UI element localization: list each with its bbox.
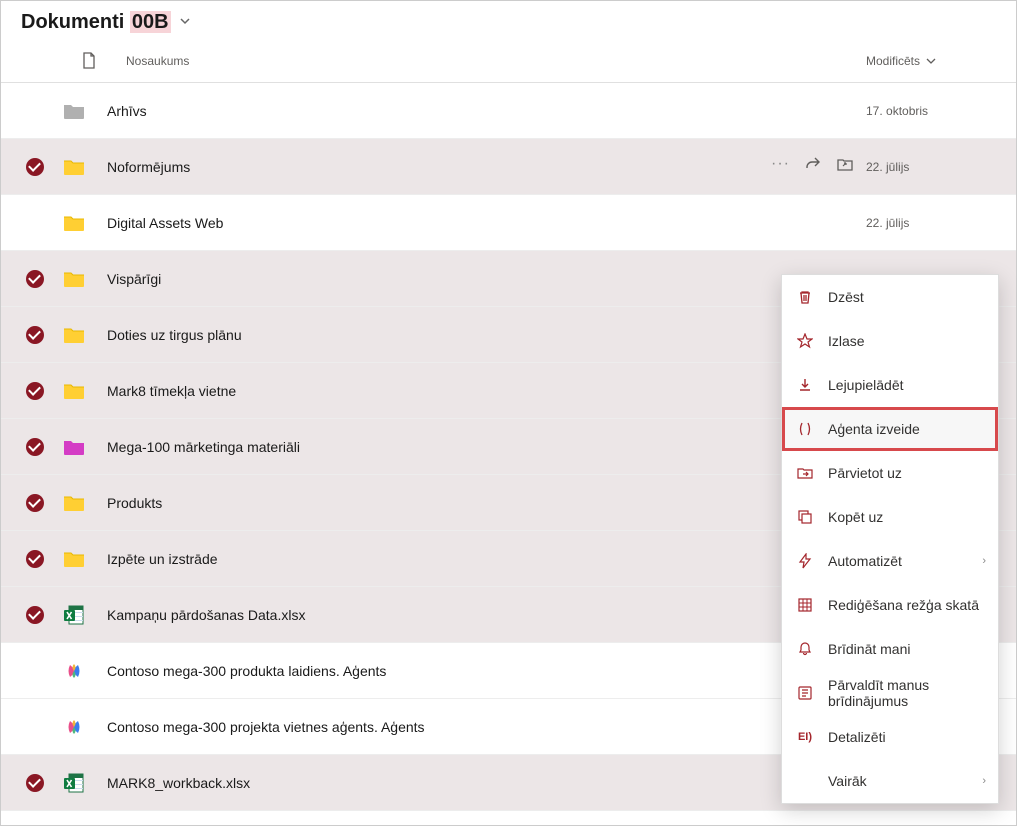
- menu-item-label: Izlase: [828, 333, 865, 349]
- automate-icon: [796, 552, 814, 570]
- context-menu: Dzēst Izlase Lejupielādēt Aģenta izveide Pār…: [781, 274, 999, 804]
- menu-item-label: Aģenta izveide: [828, 421, 920, 437]
- copilot-icon: [49, 660, 99, 682]
- title-text-highlight: 00B: [130, 11, 171, 33]
- menu-item-rediģēšana-režģa-skatā[interactable]: Rediģēšana režģa skatā: [782, 583, 998, 627]
- menu-item-brīdināt-mani[interactable]: Brīdināt mani: [782, 627, 998, 671]
- item-name[interactable]: Contoso mega-300 projekta vietnes aģents…: [99, 719, 756, 735]
- chevron-right-icon: ›: [982, 555, 986, 567]
- item-name[interactable]: Noformējums: [99, 159, 756, 175]
- chevron-down-icon[interactable]: [179, 15, 191, 30]
- column-modified-header[interactable]: Modificēts: [866, 54, 996, 68]
- list-item[interactable]: Digital Assets Web 22. jūlijs: [1, 195, 1016, 251]
- folder-yellow-icon: [49, 550, 99, 568]
- menu-item-label: Rediģēšana režģa skatā: [828, 597, 979, 613]
- menu-item-detalizēti[interactable]: EI) Detalizēti: [782, 715, 998, 759]
- menu-item-label: Dzēst: [828, 289, 864, 305]
- item-name[interactable]: Mega-100 mārketinga materiāli: [99, 439, 756, 455]
- manage-icon: [796, 684, 814, 702]
- folder-yellow-icon: [49, 270, 99, 288]
- star-icon: [796, 332, 814, 350]
- bell-icon: [796, 640, 814, 658]
- blank-icon: [796, 772, 814, 790]
- checkmark-icon[interactable]: [26, 774, 44, 792]
- details-text-icon: EI): [796, 731, 814, 743]
- download-icon: [796, 376, 814, 394]
- checkmark-icon[interactable]: [26, 606, 44, 624]
- list-item[interactable]: Arhīvs 17. oktobris: [1, 83, 1016, 139]
- list-item[interactable]: Noformējums ··· 22. jūlijs: [1, 139, 1016, 195]
- folder-yellow-icon: [49, 494, 99, 512]
- item-name[interactable]: Kampaņu pārdošanas Data.xlsx: [99, 607, 756, 623]
- moveto-icon: [796, 464, 814, 482]
- item-name[interactable]: Digital Assets Web: [99, 215, 756, 231]
- column-headers: Nosaukums Modificēts: [1, 42, 1016, 83]
- checkmark-icon[interactable]: [26, 494, 44, 512]
- checkmark-icon[interactable]: [26, 382, 44, 400]
- column-name-header[interactable]: Nosaukums: [114, 54, 866, 68]
- column-type-icon[interactable]: [49, 52, 114, 70]
- menu-item-label: Pārvietot uz: [828, 465, 902, 481]
- copyto-icon: [796, 508, 814, 526]
- trash-icon: [796, 288, 814, 306]
- excel-icon: [49, 604, 99, 626]
- agent-icon: [796, 420, 814, 438]
- library-title[interactable]: Dokumenti 00B: [21, 11, 171, 34]
- menu-item-pārvietot-uz[interactable]: Pārvietot uz: [782, 451, 998, 495]
- item-date: 22. jūlijs: [866, 160, 996, 174]
- menu-item-label: Vairāk: [828, 773, 867, 789]
- menu-item-automatizēt[interactable]: Automatizēt ›: [782, 539, 998, 583]
- checkmark-icon[interactable]: [26, 158, 44, 176]
- shortcut-icon[interactable]: [836, 155, 854, 178]
- checkmark-icon[interactable]: [26, 270, 44, 288]
- title-text-plain: Dokumenti: [21, 11, 130, 33]
- checkmark-icon[interactable]: [26, 438, 44, 456]
- item-name[interactable]: Doties uz tirgus plānu: [99, 327, 756, 343]
- grid-icon: [796, 596, 814, 614]
- excel-icon: [49, 772, 99, 794]
- menu-item-label: Brīdināt mani: [828, 641, 910, 657]
- folder-pink-icon: [49, 438, 99, 456]
- copilot-icon: [49, 716, 99, 738]
- checkmark-icon[interactable]: [26, 550, 44, 568]
- folder-yellow-icon: [49, 158, 99, 176]
- menu-item-label: Detalizēti: [828, 729, 886, 745]
- checkmark-icon[interactable]: [26, 326, 44, 344]
- item-name[interactable]: MARK8_workback.xlsx: [99, 775, 756, 791]
- menu-item-label: Pārvaldīt manus brīdinājumus: [828, 677, 984, 709]
- menu-item-label: Lejupielādēt: [828, 377, 904, 393]
- item-name[interactable]: Mark8 tīmekļa vietne: [99, 383, 756, 399]
- folder-yellow-icon: [49, 382, 99, 400]
- menu-item-vairāk[interactable]: Vairāk ›: [782, 759, 998, 803]
- column-modified-label: Modificēts: [866, 54, 920, 68]
- menu-item-kopēt-uz[interactable]: Kopēt uz: [782, 495, 998, 539]
- menu-item-izlase[interactable]: Izlase: [782, 319, 998, 363]
- item-date: 22. jūlijs: [866, 216, 996, 230]
- share-icon[interactable]: [804, 155, 822, 178]
- folder-gray-icon: [49, 102, 99, 120]
- item-name[interactable]: Arhīvs: [99, 103, 756, 119]
- more-actions-icon[interactable]: ···: [771, 155, 790, 178]
- folder-yellow-icon: [49, 214, 99, 232]
- menu-item-label: Automatizēt: [828, 553, 902, 569]
- menu-item-pārvaldīt-manus-brīdinājumus[interactable]: Pārvaldīt manus brīdinājumus: [782, 671, 998, 715]
- menu-item-lejupielādēt[interactable]: Lejupielādēt: [782, 363, 998, 407]
- menu-item-aģenta-izveide[interactable]: Aģenta izveide: [782, 407, 998, 451]
- library-header: Dokumenti 00B: [1, 1, 1016, 42]
- menu-item-label: Kopēt uz: [828, 509, 883, 525]
- row-actions: ···: [756, 155, 866, 178]
- item-name[interactable]: Produkts: [99, 495, 756, 511]
- item-name[interactable]: Izpēte un izstrāde: [99, 551, 756, 567]
- folder-yellow-icon: [49, 326, 99, 344]
- chevron-right-icon: ›: [982, 775, 986, 787]
- chevron-down-icon: [926, 56, 936, 66]
- item-name[interactable]: Vispārīgi: [99, 271, 756, 287]
- item-name[interactable]: Contoso mega-300 produkta laidiens. Aģen…: [99, 663, 756, 679]
- item-date: 17. oktobris: [866, 104, 996, 118]
- menu-item-dzēst[interactable]: Dzēst: [782, 275, 998, 319]
